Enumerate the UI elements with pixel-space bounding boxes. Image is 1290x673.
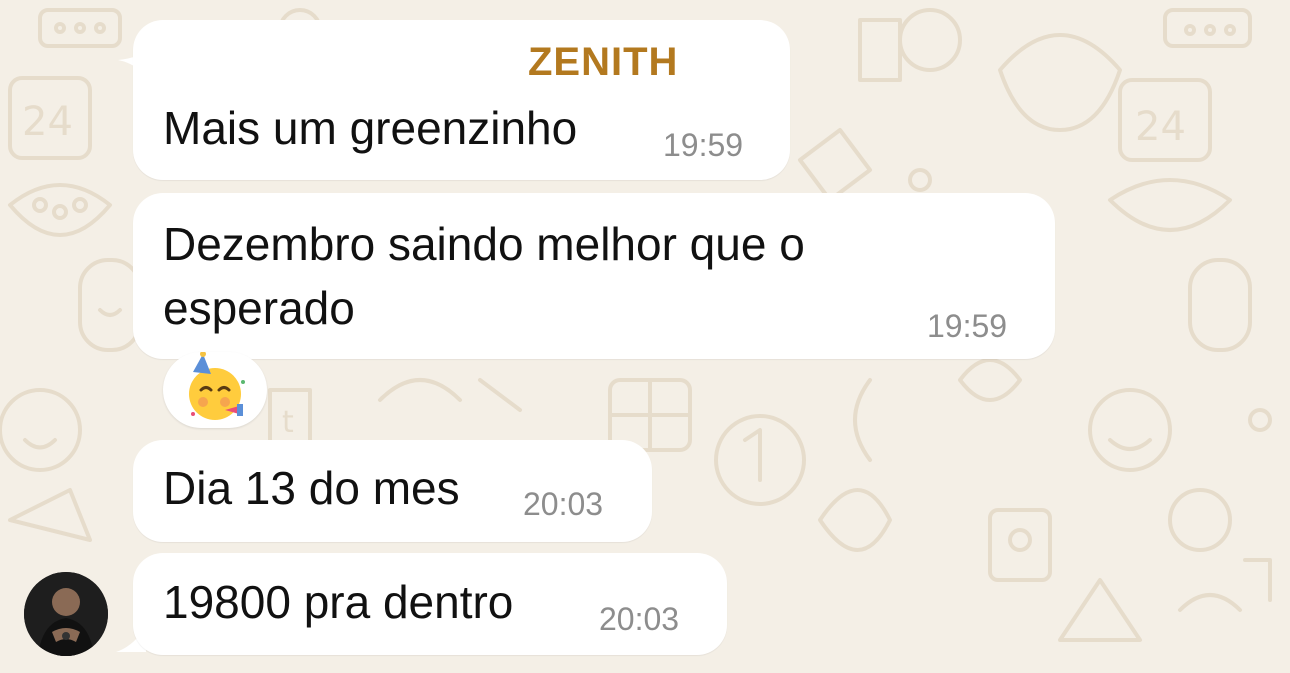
message-time: 19:59 [927, 308, 1008, 344]
sender-name-redacted [155, 36, 525, 84]
message-reaction[interactable] [163, 351, 267, 428]
message-text: Mais um greenzinho [163, 102, 578, 154]
sender-name: ZENITH [528, 40, 679, 84]
user-avatar[interactable] [24, 572, 108, 656]
message-text: Dia 13 do mes [163, 462, 460, 514]
message-text: 19800 pra dentro [163, 576, 514, 628]
svg-text:24: 24 [22, 99, 73, 145]
message-text: Dezembro saindo melhor que o [163, 218, 805, 270]
message-time: 20:03 [523, 486, 604, 522]
svg-text:t: t [282, 405, 294, 440]
message-time: 20:03 [599, 601, 680, 637]
message-text: esperado [163, 282, 355, 334]
partying-face-emoji [189, 351, 245, 420]
message-time: 19:59 [663, 127, 744, 163]
avatar-photo-icon [24, 572, 108, 656]
svg-text:24: 24 [1135, 104, 1186, 150]
